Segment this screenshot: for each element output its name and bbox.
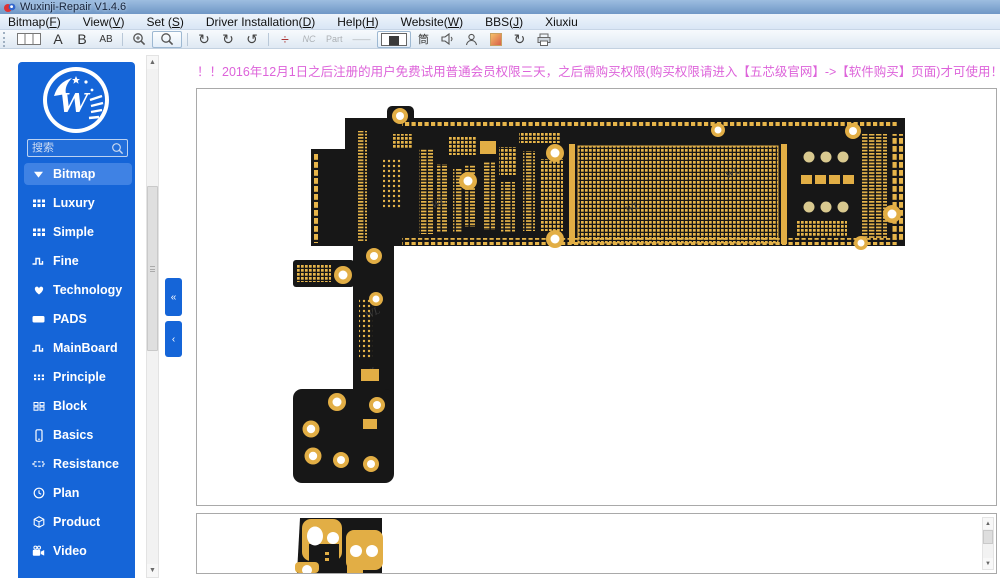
window-titlebar[interactable]: Wuxinji-Repair V1.4.6 (0, 0, 1000, 14)
sidebar-item-technology[interactable]: Technology (24, 279, 132, 301)
layout-toggle-button[interactable] (377, 31, 411, 48)
detail-scrollbar[interactable]: ▲ ▼ (982, 517, 994, 570)
user-icon (465, 33, 478, 46)
pcb-main-view[interactable]: WL WL WL WL WL (196, 88, 997, 506)
scroll-up-arrow[interactable]: ▲ (147, 56, 158, 69)
printer-button[interactable] (533, 31, 555, 48)
search-input[interactable] (28, 142, 111, 154)
font-ab-button[interactable]: AB (95, 31, 117, 48)
pcb-board-image: WL WL WL WL WL (197, 89, 996, 505)
sidebar-item-resistance[interactable]: Resistance (24, 453, 132, 475)
menu-bbs[interactable]: BBS(J) (485, 15, 523, 29)
svg-text:W: W (59, 89, 91, 119)
resistor-icon (32, 458, 45, 471)
cube-icon (32, 516, 45, 529)
sidebar-item-mainboard[interactable]: MainBoard (24, 337, 132, 359)
zoom-in-icon (132, 32, 146, 46)
menu-driver-installation[interactable]: Driver Installation(D) (206, 15, 315, 29)
user-button[interactable] (461, 31, 483, 48)
grid-icon (32, 197, 45, 210)
detail-scroll-up[interactable]: ▲ (983, 518, 993, 529)
rotate-cw2-button[interactable]: ↻ (217, 31, 239, 48)
sidebar-item-basics[interactable]: Basics (24, 424, 132, 446)
layout-toggle-icon (381, 33, 407, 46)
collapse-panel-button[interactable]: « (165, 278, 182, 316)
triangle-down-icon (32, 168, 45, 181)
small-grid-icon (32, 371, 45, 384)
sidebar-scrollbar[interactable]: ▲ ▼ (146, 55, 159, 578)
search-icon[interactable] (111, 142, 124, 155)
video-camera-icon (32, 545, 45, 558)
speaker-button[interactable] (437, 31, 459, 48)
sidebar-item-simple[interactable]: Simple (24, 221, 132, 243)
layout-panels-button[interactable] (13, 31, 45, 48)
font-b-button[interactable]: B (71, 31, 93, 48)
sidebar-item-principle[interactable]: Principle (24, 366, 132, 388)
theme-button[interactable] (485, 31, 507, 48)
menu-set[interactable]: Set (S) (147, 15, 184, 29)
scrollbar-thumb[interactable] (147, 186, 158, 351)
chinese-char-button[interactable]: 筒 (413, 31, 435, 48)
grid-icon (32, 226, 45, 239)
sidebar-menu: Bitmap Luxury Simple Fine Technology PAD… (24, 163, 132, 562)
search-box (27, 139, 128, 157)
collapse-step-button[interactable]: ‹ (165, 321, 182, 357)
signal-wave-icon (32, 255, 45, 268)
zoom-in-button[interactable] (128, 31, 150, 48)
divide-button[interactable]: ÷ (274, 31, 296, 48)
dashes-button[interactable]: —— (349, 31, 375, 48)
sidebar-item-luxury[interactable]: Luxury (24, 192, 132, 214)
blocks-icon (32, 400, 45, 413)
pcb-detail-view[interactable]: ▲ ▼ (196, 513, 997, 574)
sidebar-item-block[interactable]: Block (24, 395, 132, 417)
trial-notice-text: ！！2016年12月1日之后注册的用户免费试用普通会员权限三天，之后需购买权限(… (197, 61, 997, 81)
menu-xiuxiu[interactable]: Xiuxiu (545, 15, 578, 29)
detail-scroll-down[interactable]: ▼ (983, 558, 993, 569)
menu-bitmap[interactable]: Bitmap(F) (8, 15, 61, 29)
toolbar: A B AB ↻ ↻ ↺ ÷ NC Part —— 筒 (0, 30, 1000, 49)
refresh-button[interactable]: ↻ (509, 31, 531, 48)
app-icon (4, 2, 16, 13)
heart-icon (32, 284, 45, 297)
scroll-down-arrow[interactable]: ▼ (147, 564, 158, 577)
zoom-region-icon (160, 32, 174, 46)
clock-icon (32, 487, 45, 500)
part-button[interactable]: Part (322, 31, 347, 48)
sidebar-item-video[interactable]: Video (24, 540, 132, 562)
menu-view[interactable]: View(V) (83, 15, 125, 29)
font-a-button[interactable]: A (47, 31, 69, 48)
detail-scroll-thumb[interactable] (983, 530, 993, 544)
zoom-region-button[interactable] (152, 31, 182, 48)
rotate-ccw-button[interactable]: ↺ (241, 31, 263, 48)
layout-panels-icon (17, 33, 41, 45)
speaker-icon (441, 33, 455, 45)
sidebar-item-fine[interactable]: Fine (24, 250, 132, 272)
sidebar-item-pads[interactable]: PADS (24, 308, 132, 330)
pcb-fragment-image (197, 514, 996, 573)
sidebar-item-plan[interactable]: Plan (24, 482, 132, 504)
printer-icon (537, 33, 551, 46)
menubar: Bitmap(F) View(V) Set (S) Driver Install… (0, 14, 1000, 30)
signal-wave-icon (32, 342, 45, 355)
rotate-cw-button[interactable]: ↻ (193, 31, 215, 48)
toolbar-grip (3, 32, 8, 47)
wuxinji-logo: W (42, 66, 110, 134)
window-title: Wuxinji-Repair V1.4.6 (20, 1, 126, 13)
pad-rect-icon (32, 313, 45, 326)
sidebar-item-bitmap[interactable]: Bitmap (24, 163, 132, 185)
nc-button[interactable]: NC (298, 31, 320, 48)
theme-icon (490, 33, 502, 46)
sidebar-item-product[interactable]: Product (24, 511, 132, 533)
menu-help[interactable]: Help(H) (337, 15, 378, 29)
menu-website[interactable]: Website(W) (401, 15, 463, 29)
phone-icon (32, 429, 45, 442)
